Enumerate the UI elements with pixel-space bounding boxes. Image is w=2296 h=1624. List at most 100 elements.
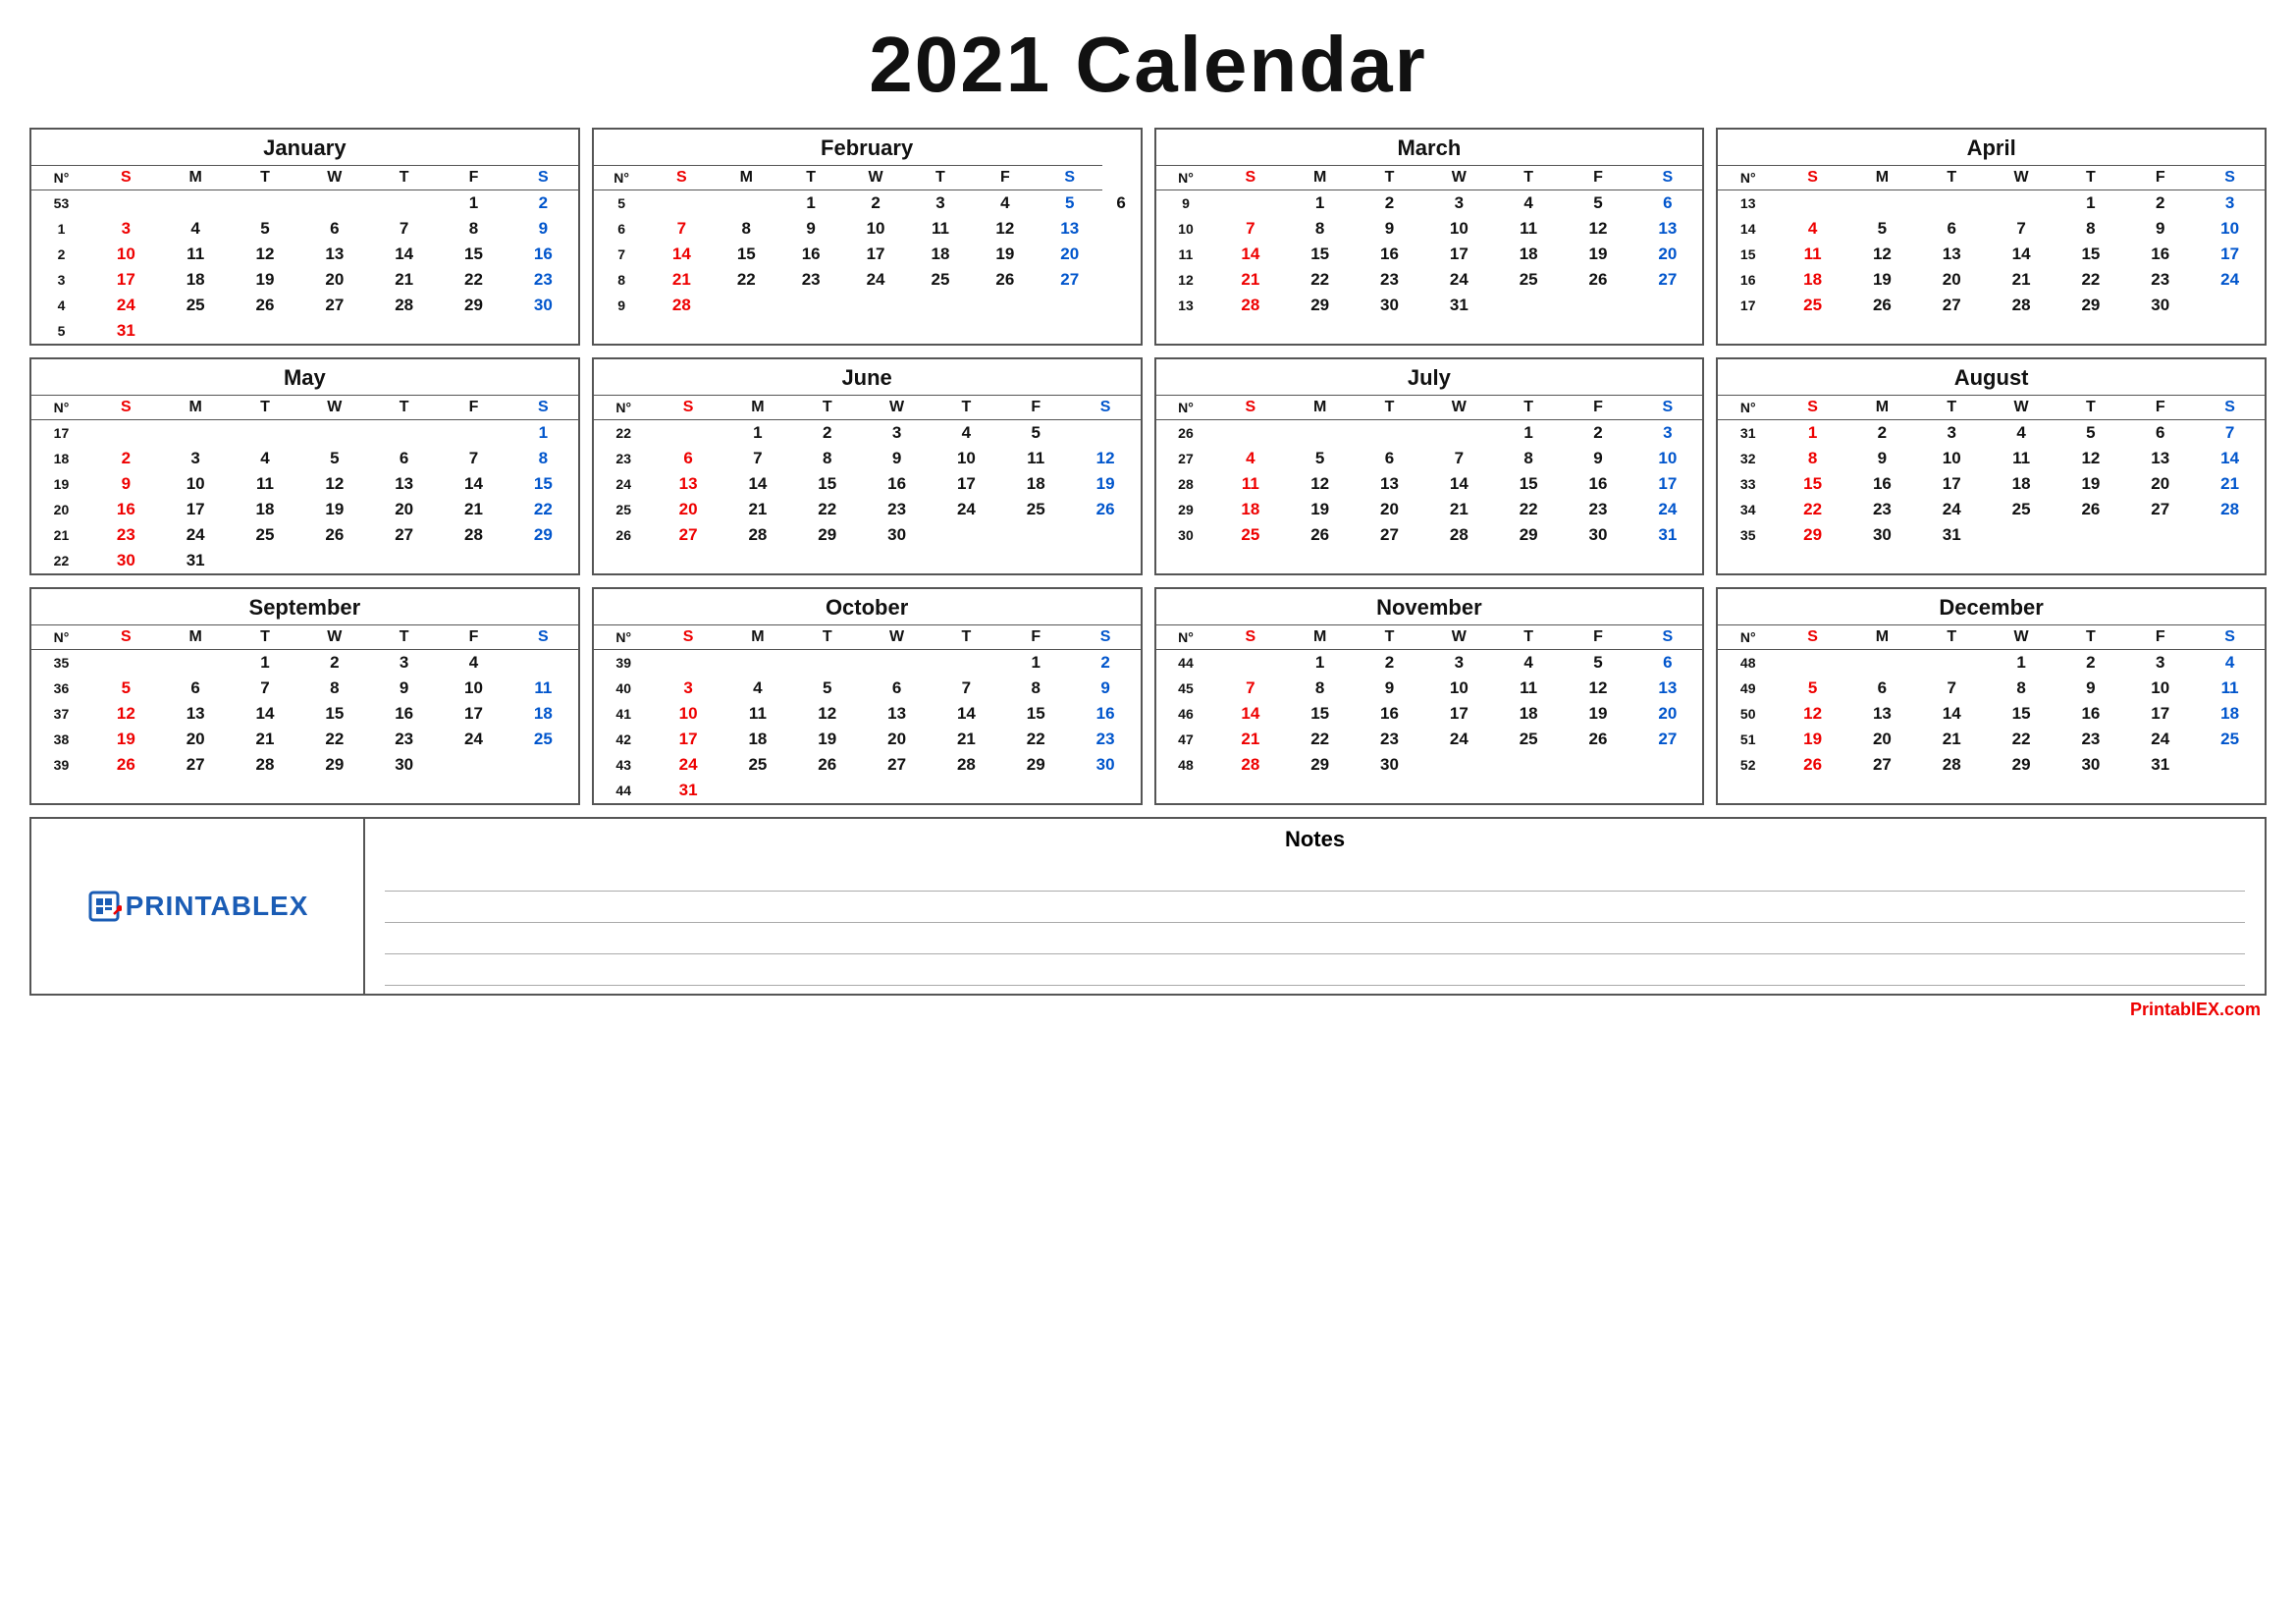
day-cell: 19 (299, 497, 369, 522)
week-number: 37 (31, 701, 91, 727)
week-number: 28 (1156, 471, 1216, 497)
week-row: 171 (31, 420, 578, 447)
day-cell: 8 (2056, 216, 2125, 242)
day-cell: 17 (1424, 701, 1494, 727)
week-number: 5 (594, 190, 650, 217)
col-header-s: S (1038, 166, 1102, 190)
day-cell: 31 (654, 778, 723, 803)
week-row: 13456789 (31, 216, 578, 242)
day-cell: 18 (2195, 701, 2265, 727)
day-cell: 1 (439, 190, 508, 217)
col-header-t: T (792, 625, 862, 650)
col-header-w: W (1987, 625, 2056, 650)
day-cell: 30 (1355, 293, 1424, 318)
day-cell (369, 548, 439, 573)
day-cell: 28 (932, 752, 1001, 778)
day-cell: 29 (2056, 293, 2125, 318)
col-header-t: T (1917, 625, 1987, 650)
col-header-w: W (1424, 166, 1494, 190)
week-number: 45 (1156, 676, 1216, 701)
col-header-s: S (2195, 625, 2265, 650)
col-header-n°: N° (1156, 166, 1216, 190)
month-title: April (1718, 130, 2265, 165)
day-cell: 17 (843, 242, 908, 267)
week-number: 5 (31, 318, 91, 344)
logo-icon (86, 889, 122, 924)
col-header-t: T (932, 396, 1001, 420)
day-cell: 25 (723, 752, 793, 778)
col-header-s: S (1215, 396, 1285, 420)
day-cell (792, 650, 862, 677)
day-cell: 4 (439, 650, 508, 677)
day-cell: 6 (1632, 650, 1702, 677)
day-cell: 20 (161, 727, 231, 752)
col-header-m: M (161, 166, 231, 190)
week-number: 44 (594, 778, 654, 803)
col-header-s: S (91, 166, 161, 190)
col-header-s: S (1778, 166, 1847, 190)
day-cell (1847, 190, 1917, 217)
col-header-w: W (1424, 396, 1494, 420)
col-header-s: S (1071, 625, 1141, 650)
week-row: 4614151617181920 (1156, 701, 1703, 727)
day-cell: 5 (1847, 216, 1917, 242)
day-cell: 23 (1847, 497, 1917, 522)
day-cell: 2 (792, 420, 862, 447)
day-cell (161, 190, 231, 217)
month-title: June (594, 359, 1141, 395)
col-header-n°: N° (1156, 396, 1216, 420)
day-cell: 14 (1917, 701, 1987, 727)
day-cell (1001, 522, 1071, 548)
week-row: 17252627282930 (1718, 293, 2265, 318)
day-cell: 31 (2125, 752, 2195, 778)
day-cell: 14 (369, 242, 439, 267)
day-cell (231, 548, 300, 573)
col-header-f: F (439, 625, 508, 650)
day-cell: 24 (654, 752, 723, 778)
day-cell: 23 (2125, 267, 2195, 293)
day-cell: 21 (369, 267, 439, 293)
day-cell: 2 (91, 446, 161, 471)
day-cell: 14 (932, 701, 1001, 727)
col-header-n°: N° (1718, 396, 1778, 420)
day-cell: 8 (1494, 446, 1564, 471)
month-title: March (1156, 130, 1703, 165)
day-cell: 16 (2125, 242, 2195, 267)
month-table: N°SMTWTFS1711823456781991011121314152016… (31, 395, 578, 573)
day-cell (1632, 752, 1702, 778)
day-cell: 2 (1355, 650, 1424, 677)
week-row: 48282930 (1156, 752, 1703, 778)
day-cell: 15 (1285, 701, 1355, 727)
day-cell: 24 (1917, 497, 1987, 522)
day-cell: 19 (1778, 727, 1847, 752)
col-header-m: M (1285, 625, 1355, 650)
day-cell: 19 (1564, 701, 1633, 727)
month-block-march: MarchN°SMTWTFS91234561078910111213111415… (1154, 128, 1705, 346)
day-cell: 24 (1424, 727, 1494, 752)
month-title: July (1156, 359, 1703, 395)
day-cell: 21 (1424, 497, 1494, 522)
day-cell: 9 (862, 446, 932, 471)
col-header-s: S (649, 166, 714, 190)
col-header-n°: N° (31, 625, 91, 650)
col-header-t: T (1917, 396, 1987, 420)
day-cell: 5 (231, 216, 300, 242)
day-cell: 8 (1285, 216, 1355, 242)
day-cell: 3 (908, 190, 973, 217)
day-cell (1001, 778, 1071, 803)
day-cell: 24 (2195, 267, 2265, 293)
day-cell: 6 (862, 676, 932, 701)
day-cell: 12 (1564, 676, 1633, 701)
day-cell: 2 (299, 650, 369, 677)
day-cell: 30 (508, 293, 578, 318)
day-cell: 24 (1632, 497, 1702, 522)
week-number: 17 (1718, 293, 1778, 318)
week-row: 1618192021222324 (1718, 267, 2265, 293)
week-row: 52262728293031 (1718, 752, 2265, 778)
day-cell: 4 (1987, 420, 2056, 447)
day-cell (2195, 522, 2265, 548)
week-number: 25 (594, 497, 654, 522)
day-cell: 11 (1494, 216, 1564, 242)
day-cell: 15 (792, 471, 862, 497)
day-cell: 27 (1847, 752, 1917, 778)
